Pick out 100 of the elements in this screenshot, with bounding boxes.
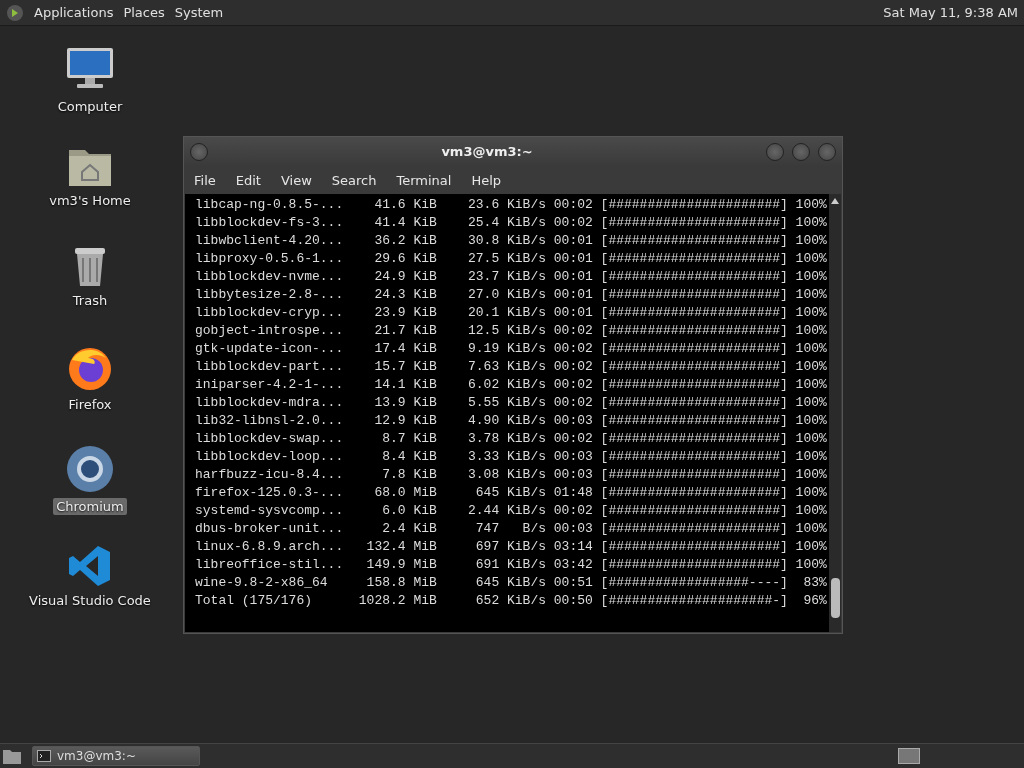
download-size: 13.9 KiB <box>373 394 437 412</box>
percent-text: 100% <box>794 286 827 304</box>
folder-icon[interactable] <box>2 747 22 765</box>
download-rate: 27.5 KiB/s <box>467 250 546 268</box>
percent-text: 100% <box>794 268 827 286</box>
percent-text: 100% <box>794 538 827 556</box>
desktop-icon-label[interactable]: vm3's Home <box>46 192 134 209</box>
percent-text: 100% <box>794 430 827 448</box>
download-rate: 30.8 KiB/s <box>467 232 546 250</box>
elapsed-time: 00:02 <box>553 322 593 340</box>
download-size: 7.8 KiB <box>381 466 437 484</box>
minimize-button[interactable] <box>766 142 784 161</box>
download-rate: 747 B/s <box>474 520 546 538</box>
progress-text: [######################] <box>600 214 788 232</box>
clock[interactable]: Sat May 11, 9:38 AM <box>883 5 1018 20</box>
panel-menu[interactable]: System <box>174 5 224 20</box>
percent-text: 100% <box>794 322 827 340</box>
progress-text: [######################] <box>600 484 788 502</box>
desktop-icon-label[interactable]: Visual Studio Code <box>26 592 154 609</box>
desktop-icon-label[interactable]: Computer <box>54 98 126 115</box>
download-rate: 9.19 KiB/s <box>467 340 546 358</box>
progress-text: [######################] <box>600 448 788 466</box>
download-size: 41.4 KiB <box>373 214 437 232</box>
elapsed-time: 00:01 <box>553 268 593 286</box>
percent-text: 100% <box>794 394 827 412</box>
package-name: Total (175/176) <box>195 592 314 610</box>
elapsed-time: 00:02 <box>553 214 593 232</box>
close-button[interactable] <box>818 142 836 161</box>
download-rate: 12.5 KiB/s <box>467 322 546 340</box>
package-name: iniparser-4.2-1-... <box>195 376 345 394</box>
elapsed-time: 01:48 <box>553 484 593 502</box>
menu-item[interactable]: Help <box>471 172 502 188</box>
download-rate: 25.4 KiB/s <box>467 214 546 232</box>
package-name: linux-6.8.9.arch... <box>195 538 345 556</box>
terminal-icon <box>37 750 51 762</box>
scroll-up-icon[interactable] <box>831 198 839 204</box>
download-size: 17.4 KiB <box>373 340 437 358</box>
package-name: systemd-sysvcomp... <box>195 502 345 520</box>
progress-text: [######################] <box>600 304 788 322</box>
percent-text: 100% <box>794 304 827 322</box>
download-rate: 645 KiB/s <box>474 484 546 502</box>
elapsed-time: 00:02 <box>553 394 593 412</box>
download-rate: 7.63 KiB/s <box>467 358 546 376</box>
progress-text: [######################] <box>600 232 788 250</box>
elapsed-time: 03:14 <box>553 538 593 556</box>
percent-text: 100% <box>794 340 827 358</box>
elapsed-time: 00:50 <box>553 592 593 610</box>
download-rate: 20.1 KiB/s <box>467 304 546 322</box>
maximize-button[interactable] <box>792 142 810 161</box>
desktop-icon-label[interactable]: Firefox <box>65 396 115 413</box>
progress-text: [######################] <box>600 376 788 394</box>
percent-text: 100% <box>794 520 827 538</box>
elapsed-time: 00:01 <box>553 286 593 304</box>
package-name: lib32-libnsl-2.0... <box>195 412 345 430</box>
elapsed-time: 00:03 <box>553 448 593 466</box>
scrollbar-thumb[interactable] <box>830 578 840 618</box>
desktop-icon-label[interactable]: Trash <box>69 292 111 309</box>
desktop-icon-label[interactable]: Chromium <box>53 498 127 515</box>
progress-text: [######################] <box>600 502 788 520</box>
menu-item[interactable]: View <box>280 172 312 188</box>
package-name: libproxy-0.5.6-1... <box>195 250 345 268</box>
package-name: harfbuzz-icu-8.4... <box>195 466 345 484</box>
terminal-logo-icon[interactable] <box>6 3 24 22</box>
download-rate: 23.6 KiB/s <box>467 196 546 214</box>
package-name: gtk-update-icon-... <box>195 340 345 358</box>
package-name: libblockdev-fs-3... <box>195 214 345 232</box>
window-menu-button[interactable] <box>190 142 208 161</box>
globe-ring-icon <box>65 444 115 494</box>
taskbar-window-button[interactable]: vm3@vm3:~ <box>32 746 200 766</box>
download-rate: 3.08 KiB/s <box>467 466 546 484</box>
percent-text: 100% <box>794 502 827 520</box>
download-size: 24.3 KiB <box>373 286 437 304</box>
menu-item[interactable]: Terminal <box>396 172 452 188</box>
menu-item[interactable]: Search <box>331 172 377 188</box>
elapsed-time: 00:01 <box>553 304 593 322</box>
panel-menu[interactable]: Places <box>123 5 165 20</box>
download-rate: 2.44 KiB/s <box>467 502 546 520</box>
progress-text: [######################] <box>600 322 788 340</box>
package-name: libblockdev-cryp... <box>195 304 345 322</box>
download-size: 68.0 MiB <box>373 484 437 502</box>
download-size: 36.2 KiB <box>373 232 437 250</box>
package-name: libbytesize-2.8-... <box>195 286 345 304</box>
scrollbar[interactable] <box>829 194 841 632</box>
workspace-switcher[interactable] <box>898 748 920 764</box>
download-size: 149.9 MiB <box>365 556 437 574</box>
elapsed-time: 00:03 <box>553 466 593 484</box>
elapsed-time: 00:01 <box>553 232 593 250</box>
progress-text: [######################] <box>600 250 788 268</box>
menu-item[interactable]: File <box>194 172 216 188</box>
panel-menu[interactable]: Applications <box>34 5 114 20</box>
percent-text: 100% <box>794 232 827 250</box>
progress-text: [######################] <box>600 394 788 412</box>
percent-text: 100% <box>794 556 827 574</box>
code-ribbon-icon <box>68 544 112 588</box>
package-name: firefox-125.0.3-... <box>195 484 345 502</box>
download-size: 41.6 KiB <box>373 196 437 214</box>
menu-item[interactable]: Edit <box>235 172 261 188</box>
elapsed-time: 00:02 <box>553 340 593 358</box>
download-size: 158.8 MiB <box>365 574 437 592</box>
download-rate: 6.02 KiB/s <box>467 376 546 394</box>
